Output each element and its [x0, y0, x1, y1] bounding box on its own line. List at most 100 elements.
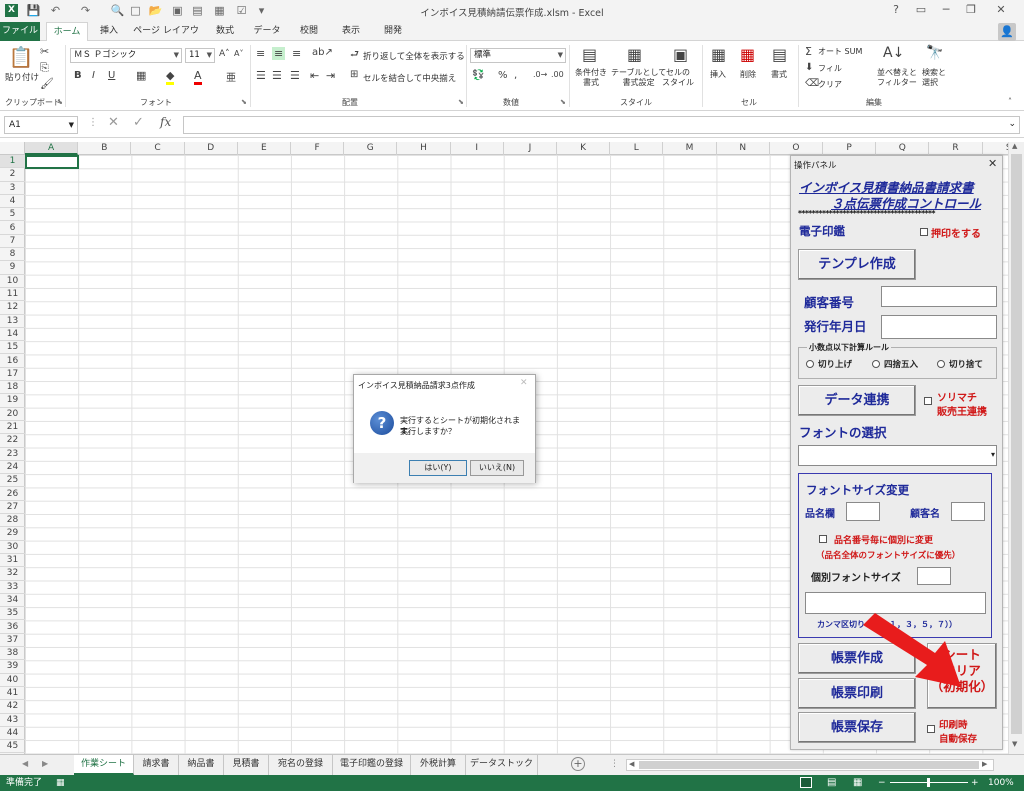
- column-header[interactable]: I: [451, 142, 504, 155]
- row-header[interactable]: 28: [0, 514, 25, 528]
- scroll-down-icon[interactable]: ▼: [1012, 740, 1017, 748]
- column-header[interactable]: E: [238, 142, 291, 155]
- round-half-label[interactable]: 四捨五入: [884, 358, 918, 370]
- sheet-tab[interactable]: 納品書: [179, 755, 224, 775]
- cell-styles-button[interactable]: セルの スタイル: [662, 68, 694, 88]
- delete-cells-icon[interactable]: ▦: [740, 45, 755, 64]
- column-header[interactable]: K: [557, 142, 611, 155]
- sort-filter-icon[interactable]: A↓: [883, 45, 904, 61]
- prev-sheet-icon[interactable]: ◀: [22, 759, 28, 768]
- scroll-right-icon[interactable]: ▶: [982, 760, 987, 768]
- cut-icon[interactable]: ✂: [40, 45, 49, 58]
- column-header[interactable]: B: [78, 142, 132, 155]
- tab-file[interactable]: ファイル: [0, 22, 40, 41]
- scroll-thumb[interactable]: [639, 761, 979, 769]
- autosum-icon[interactable]: Σ: [805, 45, 812, 58]
- zoom-in-icon[interactable]: +: [971, 775, 979, 791]
- row-header[interactable]: 27: [0, 501, 25, 515]
- cell-styles-icon[interactable]: ▣: [673, 45, 688, 64]
- merge-center-icon[interactable]: ⊞: [350, 69, 358, 80]
- font-color-icon[interactable]: A: [194, 69, 202, 85]
- row-header[interactable]: 30: [0, 541, 25, 554]
- row-header[interactable]: 15: [0, 341, 25, 355]
- row-header[interactable]: 36: [0, 621, 25, 634]
- tab-page-layout[interactable]: ページ レイアウト: [132, 22, 200, 55]
- border-icon[interactable]: ▦: [136, 69, 146, 82]
- column-header[interactable]: R: [929, 142, 983, 155]
- column-header[interactable]: Q: [876, 142, 930, 155]
- merge-center-button[interactable]: セルを結合して中央揃え: [363, 72, 456, 84]
- row-header[interactable]: 40: [0, 674, 25, 687]
- italic-icon[interactable]: I: [92, 70, 95, 81]
- row-header[interactable]: 1: [0, 155, 25, 169]
- sheet-tab[interactable]: 請求書: [134, 755, 179, 775]
- underline-icon[interactable]: U: [108, 70, 115, 81]
- row-header[interactable]: 22: [0, 434, 25, 448]
- row-header[interactable]: 33: [0, 581, 25, 594]
- save-form-button[interactable]: 帳票保存: [798, 712, 916, 743]
- individual-size-input[interactable]: [917, 567, 951, 585]
- insert-function-icon[interactable]: fx: [160, 115, 171, 129]
- add-sheet-icon[interactable]: +: [571, 757, 585, 771]
- tab-data[interactable]: データ: [250, 22, 284, 41]
- percent-icon[interactable]: %: [498, 70, 508, 81]
- shrink-font-icon[interactable]: A˅: [234, 49, 243, 58]
- expand-formula-icon[interactable]: ⌄: [1008, 119, 1016, 129]
- row-header[interactable]: 26: [0, 488, 25, 501]
- font-select-combo[interactable]: ▾: [798, 445, 997, 466]
- row-header[interactable]: 5: [0, 208, 25, 222]
- row-header[interactable]: 20: [0, 408, 25, 421]
- format-as-table-icon[interactable]: ▦: [627, 45, 642, 64]
- zoom-slider-thumb[interactable]: [927, 778, 930, 787]
- comma-icon[interactable]: ,: [514, 70, 517, 81]
- row-header[interactable]: 24: [0, 461, 25, 475]
- tab-insert[interactable]: 挿入: [92, 22, 126, 41]
- row-header[interactable]: 35: [0, 607, 25, 621]
- row-header[interactable]: 23: [0, 448, 25, 461]
- individual-checkbox[interactable]: [819, 535, 827, 543]
- row-header[interactable]: 16: [0, 355, 25, 368]
- sort-filter-button[interactable]: 並べ替えと フィルター: [877, 68, 917, 88]
- row-header[interactable]: 12: [0, 301, 25, 315]
- insert-cells-button[interactable]: 挿入: [710, 70, 726, 80]
- collapse-ribbon-icon[interactable]: ˄: [1008, 97, 1012, 106]
- align-middle-icon[interactable]: ≡: [272, 47, 286, 60]
- number-launcher-icon[interactable]: ⬊: [560, 98, 566, 106]
- autosum-button[interactable]: オート SUM: [818, 47, 862, 57]
- row-header[interactable]: 3: [0, 182, 25, 195]
- row-header[interactable]: 14: [0, 328, 25, 342]
- orientation-icon[interactable]: ab↗: [312, 47, 333, 58]
- column-header[interactable]: M: [663, 142, 717, 155]
- tab-formulas[interactable]: 数式: [208, 22, 242, 41]
- sheet-tab[interactable]: 宛名の登録: [269, 755, 333, 775]
- row-header[interactable]: 42: [0, 700, 25, 714]
- row-header[interactable]: 45: [0, 740, 25, 754]
- select-all-corner[interactable]: [0, 142, 25, 155]
- row-header[interactable]: 8: [0, 248, 25, 262]
- vertical-scrollbar[interactable]: ▲ ▼: [1008, 142, 1024, 754]
- format-cells-icon[interactable]: ▤: [772, 45, 787, 64]
- normal-view-icon[interactable]: [800, 777, 812, 788]
- next-sheet-icon[interactable]: ▶: [42, 759, 48, 768]
- chevron-down-icon[interactable]: ▾: [991, 450, 995, 459]
- row-header[interactable]: 44: [0, 727, 25, 741]
- font-launcher-icon[interactable]: ⬊: [241, 98, 247, 106]
- align-right-icon[interactable]: ☰: [290, 69, 300, 82]
- stamp-checkbox[interactable]: [920, 228, 928, 236]
- row-header[interactable]: 37: [0, 634, 25, 648]
- column-header[interactable]: C: [131, 142, 185, 155]
- fill-color-icon[interactable]: ◆: [166, 69, 175, 85]
- row-header[interactable]: 25: [0, 474, 25, 488]
- round-up-label[interactable]: 切り上げ: [818, 358, 852, 370]
- decrease-decimal-icon[interactable]: .00: [551, 70, 564, 79]
- wrap-text-icon[interactable]: ⮐: [350, 47, 359, 64]
- align-left-icon[interactable]: ☰: [256, 69, 266, 82]
- row-header[interactable]: 7: [0, 235, 25, 249]
- phonetic-icon[interactable]: 亜: [226, 69, 236, 84]
- conditional-format-button[interactable]: 条件付き 書式: [575, 68, 607, 88]
- round-half-radio[interactable]: [872, 360, 880, 368]
- tab-developer[interactable]: 開発: [376, 22, 410, 41]
- paste-icon[interactable]: 📋: [8, 45, 34, 69]
- tab-view[interactable]: 表示: [334, 22, 368, 41]
- row-header[interactable]: 34: [0, 594, 25, 608]
